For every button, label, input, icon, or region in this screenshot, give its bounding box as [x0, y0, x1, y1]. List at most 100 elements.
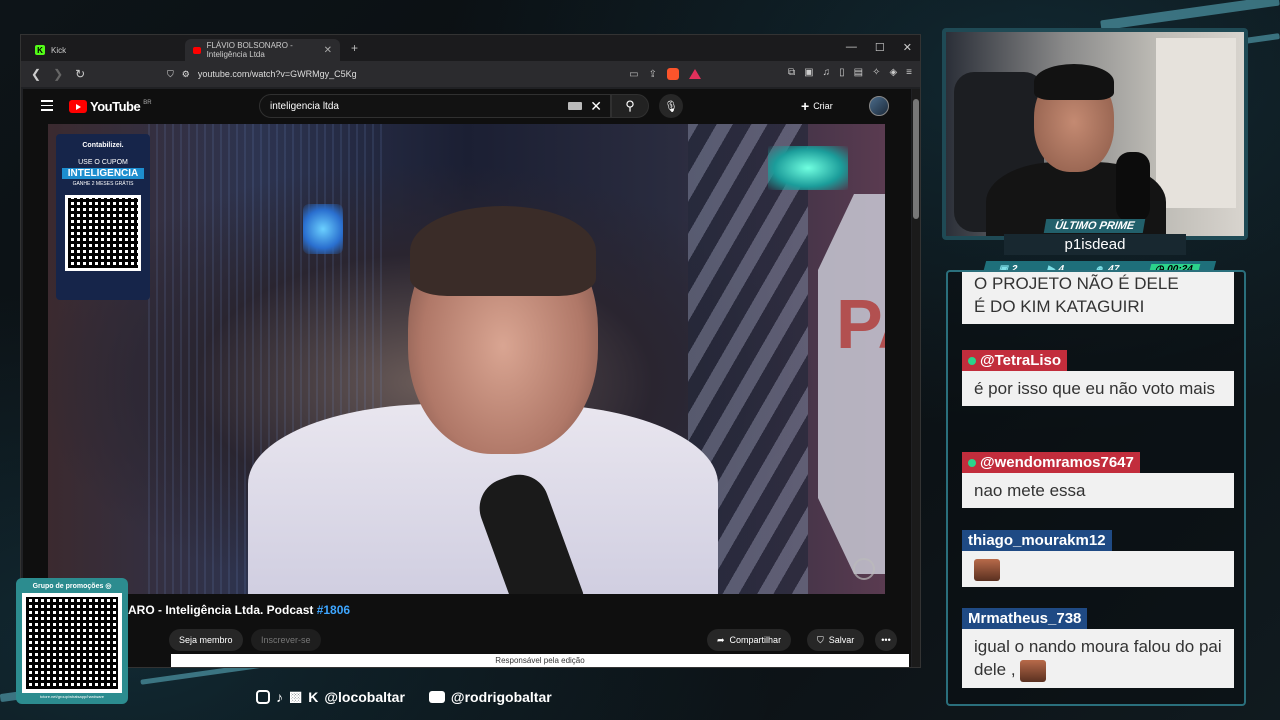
join-button[interactable]: Seja membro — [169, 629, 243, 651]
chat-message-text: é por isso que eu não voto mais — [962, 371, 1234, 406]
promo-url: tctore.net/group/whatsapp/hardware — [39, 694, 105, 699]
webcam-background-door — [1156, 38, 1236, 208]
screenshot-icon[interactable]: ▣ — [804, 67, 813, 78]
video-cyan-light — [768, 146, 848, 190]
share-label: Compartilhar — [729, 635, 782, 645]
tiktok-icon: ♪ — [276, 688, 283, 705]
social-handles: ♪ ▩ K @locobaltar @rodrigobaltar — [256, 688, 552, 705]
clear-search-icon[interactable]: ✕ — [590, 98, 602, 115]
subscribe-button[interactable]: Inscrever-se — [251, 629, 321, 651]
kick-handle: @locobaltar — [324, 688, 405, 705]
emote-icon — [1020, 659, 1047, 682]
chat-username: @wendomramos7647 — [962, 452, 1140, 473]
streamer-name: p1isdead — [1004, 234, 1186, 255]
sponsor-line3: GANHE 2 MESES GRÁTIS — [72, 181, 134, 187]
bookmark-save-icon: ⛉ — [817, 634, 824, 645]
save-button[interactable]: ⛉ Salvar — [807, 629, 865, 651]
more-actions-button[interactable]: ••• — [875, 629, 897, 651]
subscriber-badge-icon — [968, 357, 976, 365]
new-tab-button[interactable]: + — [351, 41, 358, 55]
browser-window: K Kick FLÁVIO BOLSONARO - Inteligência L… — [20, 34, 921, 668]
url-field[interactable]: ⛉ ⚙ youtube.com/watch?v=GWRMgy_C5Kg ▭ ⇪ — [161, 64, 701, 84]
prime-badge: ÚLTIMO PRIME — [1044, 219, 1146, 233]
tab-label: FLÁVIO BOLSONARO - Inteligência Ltda — [206, 41, 293, 59]
whatsapp-icon: ◎ — [105, 583, 112, 590]
close-window-button[interactable]: ✕ — [903, 41, 912, 54]
streamer-microphone — [1116, 152, 1150, 222]
account-avatar[interactable] — [869, 96, 889, 116]
hamburger-menu-icon[interactable] — [41, 100, 53, 114]
page-scrollbar[interactable] — [912, 89, 920, 667]
video-stop-sign — [818, 194, 885, 574]
video-player[interactable]: PA Contabilizei. USE O CUPOM INTELIGENCI… — [48, 124, 885, 594]
share-button[interactable]: ➦ Compartilhar — [707, 629, 792, 651]
sidebar-icon[interactable]: ▯ — [839, 67, 845, 78]
reload-icon[interactable]: ↻ — [75, 67, 85, 81]
youtube-page: YouTube BR inteligencia ltda ✕ ⚲ 🎙 + Cri… — [23, 89, 911, 667]
tab-bar: K Kick FLÁVIO BOLSONARO - Inteligência L… — [21, 35, 920, 61]
plus-icon: + — [801, 98, 810, 114]
nav-controls: ❮ ❯ ↻ — [21, 67, 85, 81]
youtube-wordmark: YouTube — [90, 99, 141, 114]
search-value: inteligencia ltda — [270, 100, 339, 112]
maximize-button[interactable]: ☐ — [875, 41, 885, 54]
chat-message: thiago_mourakm12 — [962, 530, 1234, 587]
search-button[interactable]: ⚲ — [611, 94, 649, 118]
keyboard-icon[interactable] — [568, 102, 583, 110]
wallet-icon[interactable]: ▤ — [854, 67, 863, 78]
guest-hair — [410, 206, 596, 296]
streamer-hair — [1034, 64, 1114, 100]
tab-youtube[interactable]: FLÁVIO BOLSONARO - Inteligência Ltda ✕ — [185, 39, 340, 61]
save-label: Salvar — [828, 635, 855, 645]
emote-icon — [974, 558, 1000, 581]
cast-icon[interactable]: ▭ — [629, 69, 638, 80]
chat-message: Mrmatheus_738 igual o nando moura falou … — [962, 608, 1234, 688]
brave-rewards-icon[interactable] — [689, 69, 701, 79]
chat-message-text: nao mete essa — [962, 473, 1234, 508]
youtube-header: YouTube BR inteligencia ltda ✕ ⚲ 🎙 + Cri… — [23, 89, 911, 123]
twitch-icon: ▩ — [289, 688, 303, 704]
extensions-bar: ⧉ ▣ ♫ ▯ ▤ ✧ ◈ ≡ — [788, 67, 912, 78]
promo-label-text: Grupo de promoções — [32, 583, 104, 590]
close-tab-icon[interactable]: ✕ — [324, 45, 332, 56]
voice-search-button[interactable]: 🎙 — [659, 94, 683, 118]
search-input[interactable]: inteligencia ltda ✕ — [259, 94, 611, 118]
minimize-button[interactable]: — — [846, 41, 857, 54]
tab-label: Kick — [51, 45, 67, 55]
site-info-icon[interactable]: ⚙ — [182, 69, 190, 80]
video-title: ARO - Inteligência Ltda. Podcast #1806 — [128, 603, 350, 617]
brave-shields-icon[interactable] — [667, 68, 679, 80]
tab-kick[interactable]: K Kick — [27, 39, 177, 61]
youtube-logo[interactable]: YouTube BR — [69, 99, 152, 114]
back-icon[interactable]: ❮ — [31, 67, 41, 81]
subscribe-label: Inscrever-se — [261, 635, 311, 645]
subscriber-badge-icon — [968, 459, 976, 467]
episode-hashtag[interactable]: #1806 — [317, 603, 350, 617]
forward-icon[interactable]: ❯ — [53, 67, 63, 81]
edit-credit-bar: Responsável pela edição — [171, 654, 909, 667]
whatsapp-promo: Grupo de promoções ◎ tctore.net/group/wh… — [16, 578, 128, 704]
chat-message: O PROJETO NÃO É DELE É DO KIM KATAGUIRI — [962, 272, 1234, 324]
region-label: BR — [143, 99, 152, 106]
menu-icon[interactable]: ≡ — [906, 67, 912, 78]
extensions-icon[interactable]: ⧉ — [788, 67, 795, 78]
kick-icon: K — [35, 45, 45, 55]
music-icon[interactable]: ♫ — [823, 67, 831, 78]
share-icon[interactable]: ⇪ — [649, 69, 657, 80]
whatsapp-qr-code — [22, 593, 122, 693]
scrollbar-thumb[interactable] — [913, 99, 919, 219]
chat-message: @wendomramos7647 nao mete essa — [962, 452, 1234, 508]
leo-icon[interactable]: ✧ — [872, 67, 880, 78]
sponsor-brand: Contabilizei. — [82, 142, 124, 149]
address-bar: ❮ ❯ ↻ ⛉ ⚙ youtube.com/watch?v=GWRMgy_C5K… — [21, 61, 920, 87]
chat-username-text: @TetraLiso — [980, 352, 1062, 369]
sponsor-line1: USE O CUPOM — [78, 159, 128, 166]
sponsor-qr-code — [65, 195, 141, 271]
create-button[interactable]: + Criar — [801, 98, 833, 114]
bookmark-icon[interactable]: ⛉ — [167, 69, 174, 80]
chat-username: Mrmatheus_738 — [962, 608, 1088, 629]
channel-watermark-icon[interactable] — [853, 558, 875, 580]
vpn-icon[interactable]: ◈ — [889, 67, 897, 78]
chat-username: @TetraLiso — [962, 350, 1068, 371]
sponsor-coupon: INTELIGENCIA — [62, 168, 144, 179]
